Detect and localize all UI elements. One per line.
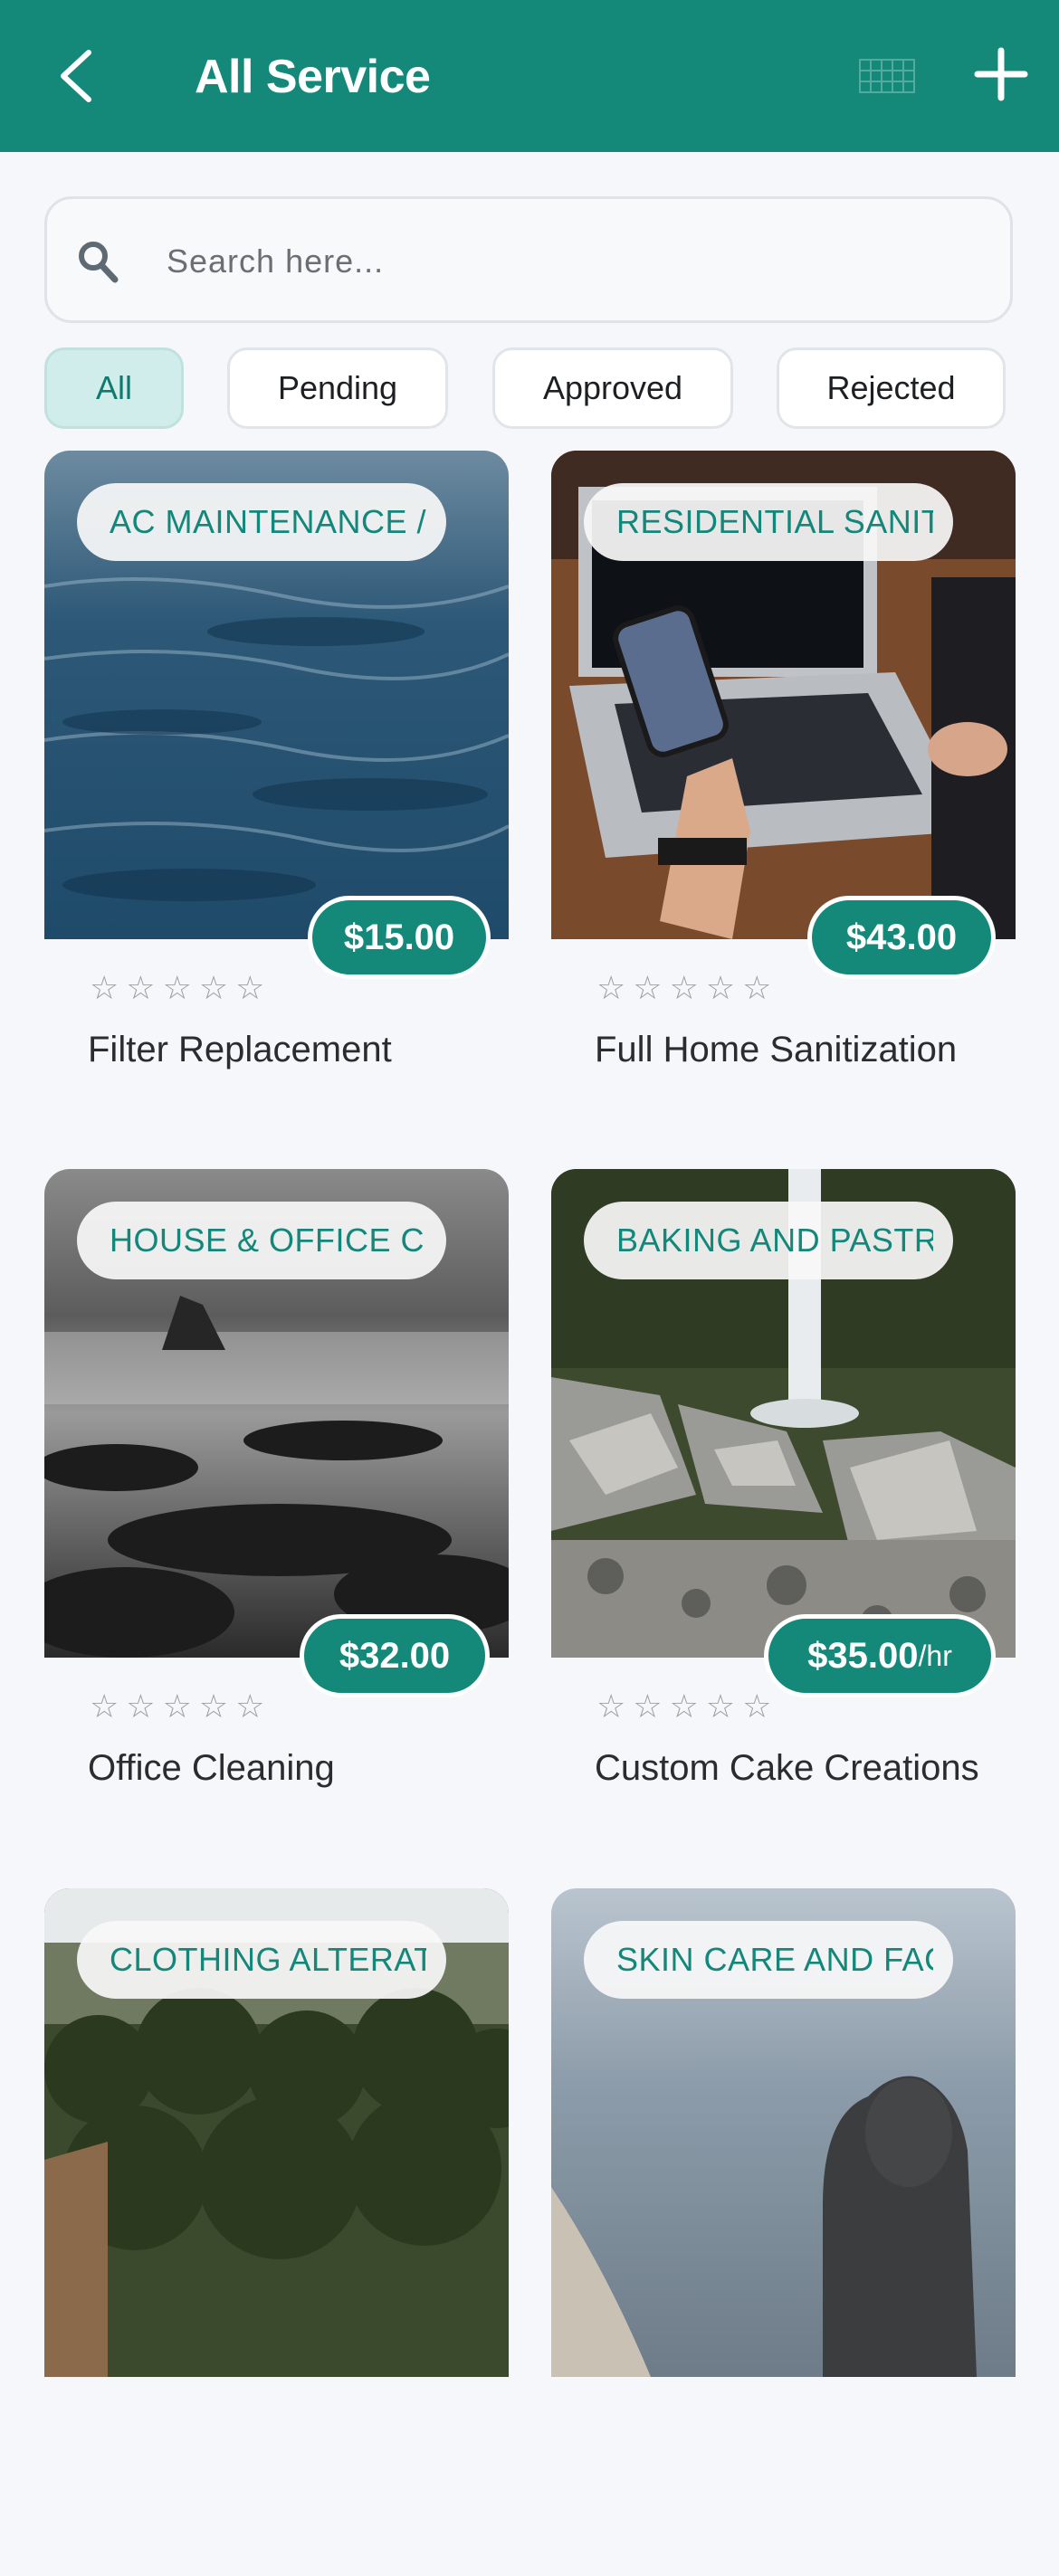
service-card[interactable]: SKIN CARE AND FACIAL <box>551 1888 1016 2576</box>
category-badge: BAKING AND PASTRY <box>584 1202 953 1279</box>
star-icon: ☆ <box>669 969 699 1006</box>
category-badge: RESIDENTIAL SANITIZATION <box>584 483 953 561</box>
star-icon: ☆ <box>742 1687 772 1725</box>
star-icon: ☆ <box>633 969 663 1006</box>
service-card[interactable]: CLOTHING ALTERATIONS <box>44 1888 509 2576</box>
add-icon[interactable] <box>974 47 1028 101</box>
star-icon: ☆ <box>126 969 156 1006</box>
star-icon: ☆ <box>198 969 229 1006</box>
service-name: Office Cleaning <box>88 1748 335 1788</box>
star-icon: ☆ <box>90 1687 119 1725</box>
service-name: Custom Cake Creations <box>595 1748 979 1788</box>
service-card[interactable]: AC MAINTENANCE / REPAIR $15.00 ☆☆☆☆☆ Fil… <box>44 451 509 1138</box>
search-icon <box>79 242 119 283</box>
star-icon: ☆ <box>705 1687 736 1725</box>
category-badge: CLOTHING ALTERATIONS <box>77 1921 446 1999</box>
grid-icon[interactable] <box>858 56 916 96</box>
star-icon: ☆ <box>126 1687 156 1725</box>
star-icon: ☆ <box>162 1687 192 1725</box>
rating-stars: ☆ ☆ ☆ ☆ ☆ <box>596 970 771 1006</box>
page-title: All Service <box>195 51 431 103</box>
star-icon: ☆ <box>162 969 192 1006</box>
star-icon: ☆ <box>742 969 772 1006</box>
star-icon: ☆ <box>633 1687 663 1725</box>
service-card[interactable]: RESIDENTIAL SANITIZATION $43.00 ☆☆☆☆☆ Fu… <box>551 451 1016 1138</box>
star-icon: ☆ <box>596 1687 626 1725</box>
app-bar: All Service <box>0 0 1059 152</box>
service-name: Full Home Sanitization <box>595 1030 958 1069</box>
search-bar <box>44 196 1013 323</box>
price-badge: $15.00 <box>308 896 491 979</box>
category-badge: SKIN CARE AND FACIAL <box>584 1921 953 1999</box>
service-card[interactable]: HOUSE & OFFICE CLEANING $32.00 ☆☆☆☆☆ Off… <box>44 1169 509 1857</box>
price-badge: $32.00 <box>300 1614 490 1697</box>
rating-stars: ☆ ☆ ☆ ☆ ☆ <box>90 970 264 1006</box>
star-icon: ☆ <box>669 1687 699 1725</box>
search-input[interactable] <box>165 226 965 297</box>
star-icon: ☆ <box>90 969 119 1006</box>
back-arrow-icon[interactable] <box>47 43 110 109</box>
price-badge: $35.00/hr <box>764 1614 996 1697</box>
rating-stars: ☆ ☆ ☆ ☆ ☆ <box>90 1688 264 1725</box>
filter-chip-approved[interactable]: Approved <box>492 347 733 429</box>
service-card[interactable]: BAKING AND PASTRY $35.00/hr ☆ ☆ ☆ ☆ ☆ Custom… <box>551 1169 1016 1857</box>
star-icon: ☆ <box>705 969 736 1006</box>
star-icon: ☆ <box>235 969 265 1006</box>
filter-chip-rejected[interactable]: Rejected <box>777 347 1006 429</box>
filter-chip-all[interactable]: All <box>44 347 184 429</box>
star-icon: ☆ <box>596 969 626 1006</box>
rating-stars: ☆ ☆ ☆ ☆ ☆ <box>596 1688 771 1725</box>
star-icon: ☆ <box>235 1687 265 1725</box>
category-badge: AC MAINTENANCE / REPAIR <box>77 483 446 561</box>
service-name: Filter Replacement <box>88 1030 392 1069</box>
price-badge: $43.00 <box>807 896 996 979</box>
filter-chip-pending[interactable]: Pending <box>227 347 448 429</box>
star-icon: ☆ <box>198 1687 229 1725</box>
category-badge: HOUSE & OFFICE CLEANING <box>77 1202 446 1279</box>
